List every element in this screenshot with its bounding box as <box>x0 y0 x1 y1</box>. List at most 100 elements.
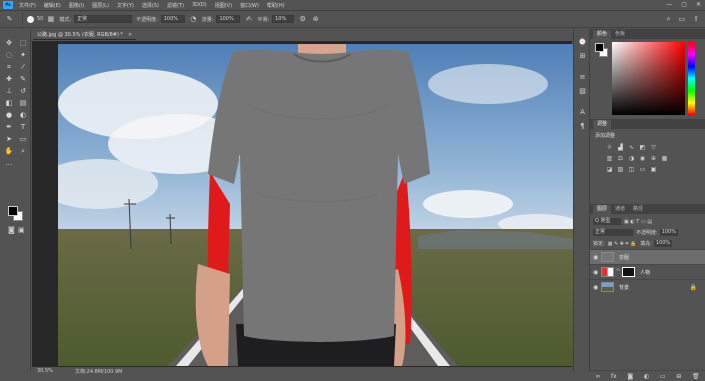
more-tools-icon[interactable]: … <box>3 159 15 168</box>
airbrush-icon[interactable]: ✍ <box>244 15 253 24</box>
tab-swatches[interactable]: 色板 <box>611 30 629 39</box>
brightness-icon[interactable]: ☼ <box>606 144 613 151</box>
menu-3d[interactable]: 3D(D) <box>192 2 207 8</box>
eye-icon[interactable]: ◉ <box>593 284 601 291</box>
vibrance-icon[interactable]: ▽ <box>650 144 657 151</box>
quick-mask-icon[interactable]: ◙ <box>8 226 15 234</box>
type-tool-icon[interactable]: T <box>17 123 29 132</box>
selective-color-icon[interactable]: ▣ <box>650 166 657 173</box>
share-icon[interactable]: ⇪ <box>693 15 699 24</box>
adjustments-icon[interactable]: ≡ <box>574 72 591 83</box>
hue-saturation-icon[interactable]: ▥ <box>606 155 613 162</box>
menu-edit[interactable]: 编辑(E) <box>44 2 61 9</box>
foreground-color-swatch[interactable] <box>595 43 604 52</box>
minimize-button[interactable]: — <box>666 1 672 8</box>
close-tab-icon[interactable]: ✕ <box>128 32 132 38</box>
black-white-icon[interactable]: ◑ <box>628 155 635 162</box>
tab-layers[interactable]: 图层 <box>593 205 612 214</box>
levels-icon[interactable]: ▟ <box>617 144 624 151</box>
menu-file[interactable]: 文件(F) <box>19 2 36 9</box>
layer-name[interactable]: 衣服 <box>619 254 629 261</box>
channel-mixer-icon[interactable]: ⊕ <box>650 155 657 162</box>
color-balance-icon[interactable]: ⚖ <box>617 155 624 162</box>
dodge-tool-icon[interactable]: ◐ <box>17 111 29 120</box>
opacity-field[interactable]: 100% <box>160 15 185 23</box>
layer-kind-filter[interactable]: Q 类型 <box>593 218 621 225</box>
brush-size-value[interactable]: 50 <box>37 16 43 22</box>
symmetry-icon[interactable]: ⊛ <box>311 15 320 24</box>
healing-brush-icon[interactable]: ✚ <box>3 75 15 84</box>
layer-row-clothes[interactable]: ◉ 衣服 <box>590 249 705 264</box>
layer-mask-thumbnail[interactable] <box>622 267 635 277</box>
exposure-icon[interactable]: ◩ <box>639 144 646 151</box>
layer-name[interactable]: 背景 <box>619 284 629 291</box>
add-mask-icon[interactable]: ◙ <box>627 373 633 380</box>
screen-mode-icon[interactable]: ▣ <box>18 226 25 234</box>
gear-icon[interactable]: ⚙ <box>298 15 307 24</box>
clone-stamp-icon[interactable]: ⊥ <box>3 87 15 96</box>
menu-help[interactable]: 帮助(H) <box>267 2 285 9</box>
history-icon[interactable]: ⌚ <box>574 37 591 48</box>
canvas-area[interactable] <box>32 41 573 367</box>
adjustment-layer-icon[interactable]: ◐ <box>644 373 649 380</box>
smoothing-field[interactable]: 10% <box>272 15 295 23</box>
new-layer-icon[interactable]: ⊞ <box>676 373 681 380</box>
layer-opacity-field[interactable]: 100% <box>659 229 678 236</box>
foreground-color-swatch[interactable] <box>8 206 18 216</box>
document-tab[interactable]: 公路.jpg @ 30.5% (衣服, RGB/8#) * ✕ <box>33 30 137 40</box>
group-icon[interactable]: ▭ <box>660 373 666 380</box>
layer-row-background[interactable]: ◉ 背景 🔒 <box>590 279 705 294</box>
hue-slider[interactable] <box>688 42 695 115</box>
gradient-map-icon[interactable]: ▭ <box>639 166 646 173</box>
pen-tool-icon[interactable]: ✒ <box>3 123 15 132</box>
eraser-tool-icon[interactable]: ◧ <box>3 99 15 108</box>
brush-tool-icon[interactable]: ✎ <box>17 75 29 84</box>
search-icon[interactable]: ⌕ <box>667 15 671 24</box>
image-canvas[interactable] <box>58 44 573 366</box>
close-button[interactable]: ✕ <box>696 1 701 8</box>
properties-icon[interactable]: ⊞ <box>574 51 591 62</box>
shape-tool-icon[interactable]: ▭ <box>17 135 29 144</box>
tab-color[interactable]: 颜色 <box>593 30 612 39</box>
blur-tool-icon[interactable]: ● <box>3 111 15 120</box>
lasso-tool-icon[interactable]: ◌ <box>3 51 15 60</box>
menu-select[interactable]: 选择(S) <box>142 2 159 9</box>
chain-link-icon[interactable]: ∞ <box>616 267 620 277</box>
color-lookup-icon[interactable]: ▦ <box>661 155 668 162</box>
posterize-icon[interactable]: ▨ <box>617 166 624 173</box>
path-select-icon[interactable]: ➤ <box>3 135 15 144</box>
lock-icons[interactable]: ▦ ✎ ✥ ⌗ 🔒 <box>608 241 637 247</box>
brush-tool-icon[interactable]: ✎ <box>5 15 14 24</box>
move-tool-icon[interactable]: ✥ <box>3 39 15 48</box>
layer-style-icon[interactable]: fx <box>611 373 617 380</box>
zoom-level[interactable]: 30.5% <box>37 368 75 374</box>
menu-window[interactable]: 窗口(W) <box>240 2 259 9</box>
eye-icon[interactable]: ◉ <box>593 254 601 261</box>
mode-select[interactable]: 正常 <box>74 15 133 23</box>
invert-icon[interactable]: ◪ <box>606 166 613 173</box>
eye-icon[interactable]: ◉ <box>593 269 601 276</box>
paragraph-icon[interactable]: ¶ <box>574 121 591 132</box>
tab-adjustments[interactable]: 调整 <box>593 120 612 129</box>
workspace-icon[interactable]: ▭ <box>679 15 686 24</box>
flow-field[interactable]: 100% <box>216 15 241 23</box>
hand-tool-icon[interactable]: ✋ <box>3 147 15 156</box>
filter-icons[interactable]: ▣ ◐ T ▭ ▤ <box>624 219 652 225</box>
tab-channels[interactable]: 通道 <box>611 205 629 214</box>
photo-filter-icon[interactable]: ◉ <box>639 155 646 162</box>
libraries-icon[interactable]: ▧ <box>574 86 591 97</box>
brush-preview-icon[interactable] <box>27 15 34 23</box>
menu-type[interactable]: 文字(Y) <box>117 2 134 9</box>
color-picker-field[interactable] <box>612 42 685 115</box>
pressure-opacity-icon[interactable]: ◔ <box>189 15 198 24</box>
menu-layer[interactable]: 图层(L) <box>92 2 109 9</box>
history-brush-icon[interactable]: ↺ <box>17 87 29 96</box>
layer-name[interactable]: 人物 <box>640 269 650 276</box>
layer-row-person[interactable]: ◉ ∞ 人物 <box>590 264 705 279</box>
marquee-tool-icon[interactable]: ⬚ <box>17 39 29 48</box>
threshold-icon[interactable]: ◫ <box>628 166 635 173</box>
trash-icon[interactable]: 🗑 <box>692 373 700 380</box>
crop-tool-icon[interactable]: ⌗ <box>3 63 15 72</box>
maximize-button[interactable]: ▢ <box>681 1 687 8</box>
link-layers-icon[interactable]: ∞ <box>595 373 600 380</box>
